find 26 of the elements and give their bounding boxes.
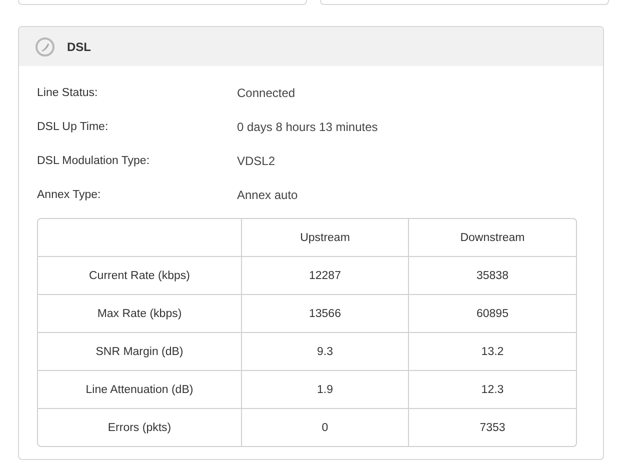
field-label: Line Status: (37, 87, 99, 99)
table-cell: 0 (242, 409, 409, 446)
table-cell: 13.2 (409, 333, 576, 371)
table-cell: Line Attenuation (dB) (38, 371, 242, 409)
table-cell: Current Rate (kbps) (38, 257, 242, 295)
table-cell: 12287 (242, 257, 409, 295)
panel-title: DSL (67, 40, 91, 54)
column-header: Downstream (409, 219, 576, 257)
field-label: DSL Up Time: (37, 121, 110, 133)
table-cell: 12.3 (409, 371, 576, 409)
field-value: Connected (237, 86, 296, 100)
table-cell-text: 7353 (478, 420, 506, 436)
table-cell: Max Rate (kbps) (38, 295, 242, 333)
table-cell: 1.9 (242, 371, 409, 409)
field-value: Annex auto (237, 188, 298, 202)
table-cell: 35838 (409, 257, 576, 295)
field-label: Annex Type: (37, 189, 102, 201)
column-header: Upstream (242, 219, 409, 257)
table-cell: Errors (pkts) (38, 409, 242, 446)
field-label: DSL Modulation Type: (37, 155, 151, 167)
table-cell: 60895 (409, 295, 576, 333)
table-cell: SNR Margin (dB) (38, 333, 242, 371)
field-value: VDSL2 (237, 154, 276, 168)
table-cell: 9.3 (242, 333, 409, 371)
table-cell: 13566 (242, 295, 409, 333)
field-value: 0 days 8 hours 13 minutes (237, 120, 378, 134)
